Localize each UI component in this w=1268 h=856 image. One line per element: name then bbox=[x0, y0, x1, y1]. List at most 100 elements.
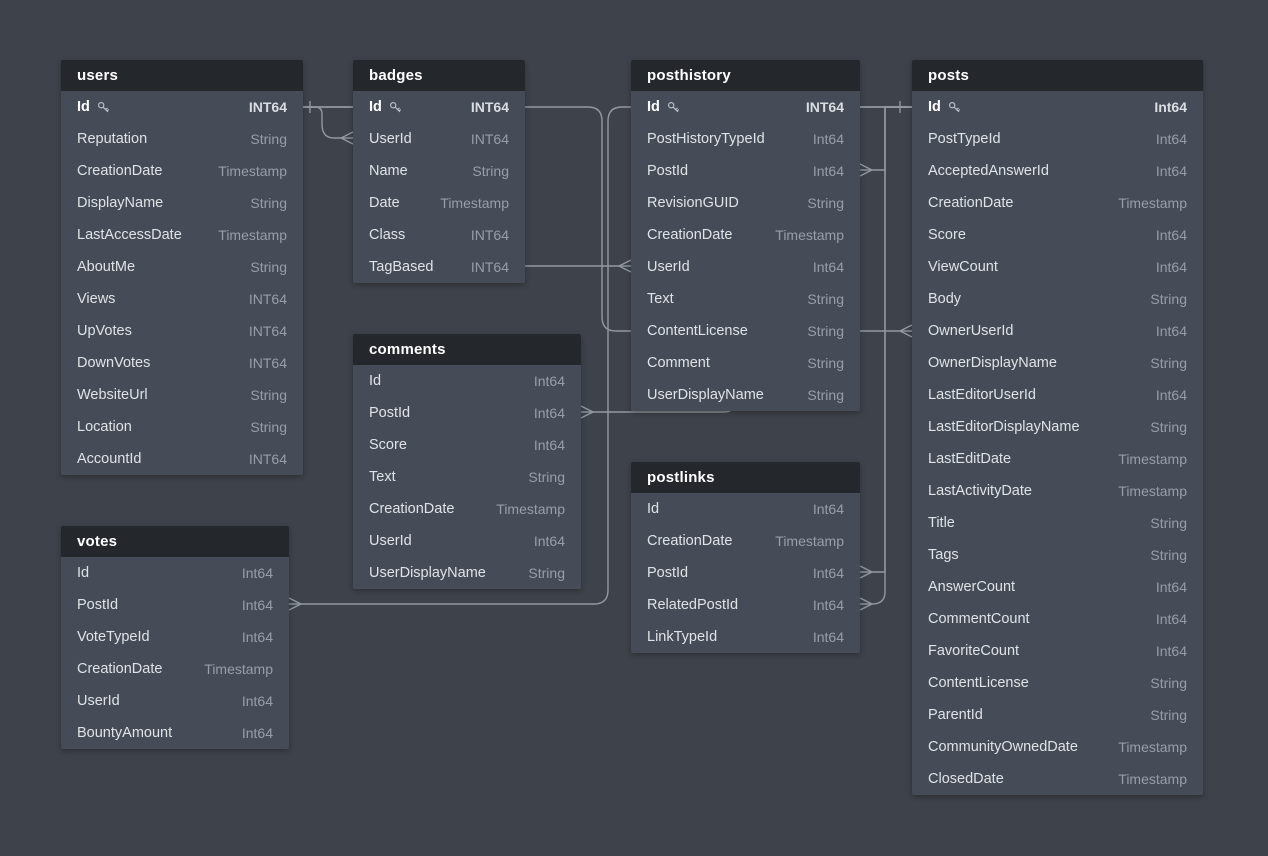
field-name: CommunityOwnedDate bbox=[928, 739, 1078, 755]
field-name-text: LastActivityDate bbox=[928, 483, 1032, 499]
table-title: comments bbox=[369, 341, 446, 358]
field-name-text: OwnerDisplayName bbox=[928, 355, 1057, 371]
field-type: String bbox=[807, 387, 844, 403]
field-name: ContentLicense bbox=[647, 323, 748, 339]
table-badges[interactable]: badgesIdINT64UserIdINT64NameStringDateTi… bbox=[353, 60, 525, 283]
table-comments[interactable]: commentsIdInt64PostIdInt64ScoreInt64Text… bbox=[353, 334, 581, 589]
field-row-posts-Score: ScoreInt64 bbox=[912, 219, 1203, 251]
field-row-posthistory-PostId: PostIdInt64 bbox=[631, 155, 860, 187]
table-title: votes bbox=[77, 533, 117, 550]
field-row-badges-Id: IdINT64 bbox=[353, 91, 525, 123]
field-name-text: AboutMe bbox=[77, 259, 135, 275]
field-name-text: VoteTypeId bbox=[77, 629, 150, 645]
field-type: INT64 bbox=[249, 323, 287, 339]
many-marker bbox=[860, 598, 872, 604]
table-header-votes[interactable]: votes bbox=[61, 526, 289, 557]
field-name-text: LastEditDate bbox=[928, 451, 1011, 467]
field-name-text: Score bbox=[369, 437, 407, 453]
field-name-text: ParentId bbox=[928, 707, 983, 723]
field-name: UserId bbox=[647, 259, 690, 275]
er-diagram-canvas[interactable]: usersIdINT64ReputationStringCreationDate… bbox=[0, 0, 1268, 856]
field-name: UserId bbox=[369, 533, 412, 549]
field-row-users-AccountId: AccountIdINT64 bbox=[61, 443, 303, 475]
field-row-posts-OwnerDisplayName: OwnerDisplayNameString bbox=[912, 347, 1203, 379]
field-name: PostId bbox=[77, 597, 118, 613]
field-row-postlinks-CreationDate: CreationDate Timestamp bbox=[631, 525, 860, 557]
field-name: Score bbox=[928, 227, 966, 243]
table-posthistory[interactable]: posthistoryIdINT64PostHistoryTypeIdInt64… bbox=[631, 60, 860, 411]
field-name: ParentId bbox=[928, 707, 983, 723]
field-name-text: CreationDate bbox=[647, 227, 732, 243]
field-row-badges-Date: DateTimestamp bbox=[353, 187, 525, 219]
key-icon bbox=[97, 101, 110, 114]
many-marker bbox=[619, 266, 631, 272]
field-row-posthistory-PostHistoryTypeId: PostHistoryTypeIdInt64 bbox=[631, 123, 860, 155]
field-row-users-Location: LocationString bbox=[61, 411, 303, 443]
field-row-posts-Id: IdInt64 bbox=[912, 91, 1203, 123]
field-type: Int64 bbox=[242, 725, 273, 741]
field-row-posts-CreationDate: CreationDateTimestamp bbox=[912, 187, 1203, 219]
table-header-posthistory[interactable]: posthistory bbox=[631, 60, 860, 91]
many-marker bbox=[860, 572, 872, 578]
field-name-text: ContentLicense bbox=[928, 675, 1029, 691]
table-header-comments[interactable]: comments bbox=[353, 334, 581, 365]
field-name-text: Reputation bbox=[77, 131, 147, 147]
field-name-text: Text bbox=[647, 291, 674, 307]
table-header-badges[interactable]: badges bbox=[353, 60, 525, 91]
field-row-votes-BountyAmount: BountyAmount Int64 bbox=[61, 717, 289, 749]
field-name: Class bbox=[369, 227, 405, 243]
field-name-text: RelatedPostId bbox=[647, 597, 738, 613]
field-name-text: PostHistoryTypeId bbox=[647, 131, 765, 147]
field-row-comments-Id: IdInt64 bbox=[353, 365, 581, 397]
field-name: Views bbox=[77, 291, 115, 307]
field-name: CreationDate bbox=[647, 533, 732, 549]
field-name: Location bbox=[77, 419, 132, 435]
table-header-users[interactable]: users bbox=[61, 60, 303, 91]
field-name: OwnerDisplayName bbox=[928, 355, 1057, 371]
field-name-text: BountyAmount bbox=[77, 725, 172, 741]
table-header-postlinks[interactable]: postlinks bbox=[631, 462, 860, 493]
field-name-text: UserDisplayName bbox=[369, 565, 486, 581]
field-name: Body bbox=[928, 291, 961, 307]
field-name: Id bbox=[928, 99, 961, 115]
table-postlinks[interactable]: postlinksIdInt64CreationDateTimestampPos… bbox=[631, 462, 860, 653]
field-type: Timestamp bbox=[496, 501, 565, 517]
field-name: BountyAmount bbox=[77, 725, 172, 741]
field-name-text: RevisionGUID bbox=[647, 195, 739, 211]
field-name: CreationDate bbox=[77, 163, 162, 179]
field-name-text: Comment bbox=[647, 355, 710, 371]
field-type: String bbox=[250, 195, 287, 211]
field-type: Int64 bbox=[1156, 387, 1187, 403]
field-name-text: FavoriteCount bbox=[928, 643, 1019, 659]
field-name: LastActivityDate bbox=[928, 483, 1032, 499]
table-posts[interactable]: postsIdInt64PostTypeIdInt64AcceptedAnswe… bbox=[912, 60, 1203, 795]
field-type: String bbox=[1150, 675, 1187, 691]
field-type: Int64 bbox=[534, 405, 565, 421]
table-header-posts[interactable]: posts bbox=[912, 60, 1203, 91]
field-row-posts-LastActivityDate: LastActivityDateTimestamp bbox=[912, 475, 1203, 507]
field-name-text: Date bbox=[369, 195, 400, 211]
field-type: INT64 bbox=[249, 355, 287, 371]
many-marker bbox=[581, 412, 593, 418]
many-marker bbox=[289, 604, 301, 610]
key-icon bbox=[389, 101, 402, 114]
field-row-posthistory-CreationDate: CreationDateTimestamp bbox=[631, 219, 860, 251]
field-name-text: UserId bbox=[647, 259, 690, 275]
field-type: Int64 bbox=[1156, 611, 1187, 627]
field-type: INT64 bbox=[249, 99, 287, 115]
field-name: LastEditDate bbox=[928, 451, 1011, 467]
field-type: String bbox=[472, 163, 509, 179]
table-users[interactable]: usersIdINT64ReputationStringCreationDate… bbox=[61, 60, 303, 475]
field-type: INT64 bbox=[806, 99, 844, 115]
table-votes[interactable]: votesIdInt64PostIdInt64VoteTypeIdInt64Cr… bbox=[61, 526, 289, 749]
field-name: ContentLicense bbox=[928, 675, 1029, 691]
field-name: PostTypeId bbox=[928, 131, 1001, 147]
field-type: Timestamp bbox=[775, 533, 844, 549]
field-type: Int64 bbox=[813, 501, 844, 517]
field-type: String bbox=[807, 355, 844, 371]
field-name-text: WebsiteUrl bbox=[77, 387, 148, 403]
field-row-posthistory-ContentLicense: ContentLicenseString bbox=[631, 315, 860, 347]
field-name: Id bbox=[647, 501, 659, 517]
field-name: DisplayName bbox=[77, 195, 163, 211]
key-icon bbox=[667, 101, 680, 114]
